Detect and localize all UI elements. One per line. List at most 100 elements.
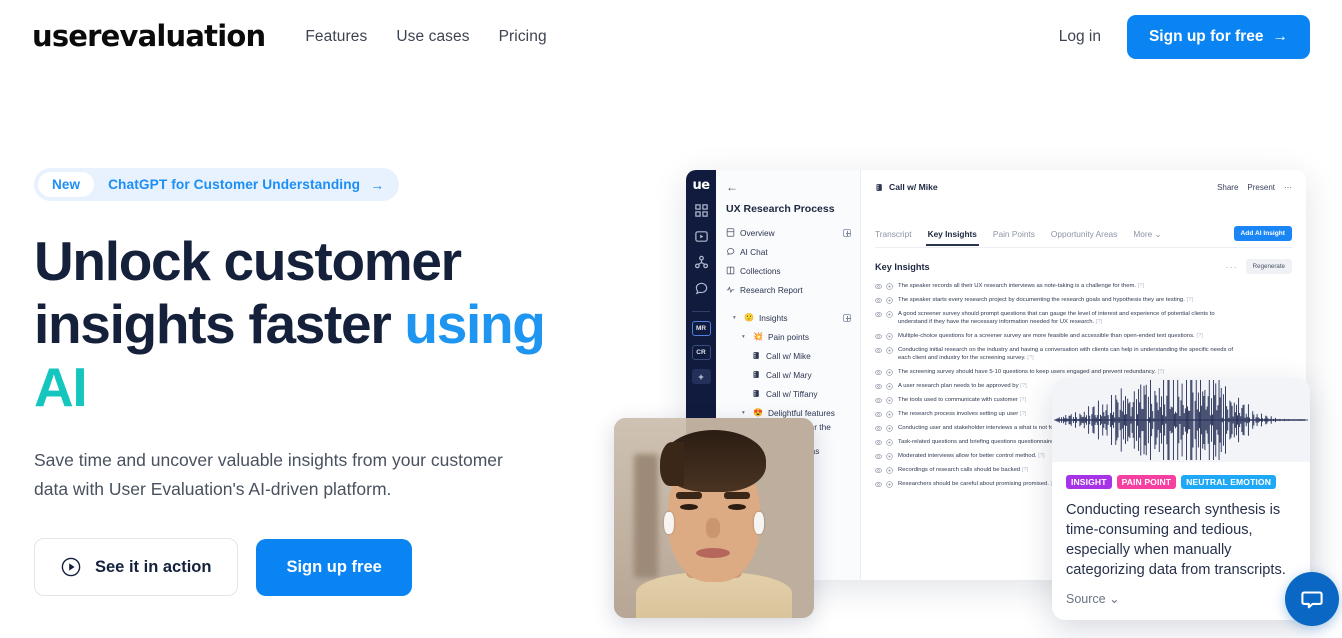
target-icon[interactable] <box>886 453 893 460</box>
video-participant-tile[interactable] <box>614 418 814 618</box>
eye-icon[interactable] <box>875 411 882 418</box>
insight-row[interactable]: The screening survey should have 5-10 qu… <box>875 368 1292 377</box>
target-icon[interactable] <box>886 333 893 340</box>
tab-more[interactable]: More ⌄ <box>1133 229 1161 239</box>
tree-item-pain-points[interactable]: ▾ 💥 Pain points <box>726 328 851 345</box>
eye-icon[interactable] <box>875 347 882 354</box>
add-ai-insight-button[interactable]: Add AI Insight <box>1233 226 1292 241</box>
eye-icon[interactable] <box>875 283 882 290</box>
comment-icon[interactable] <box>694 281 709 296</box>
citation-marker[interactable]: [?] <box>1019 397 1026 403</box>
rail-chip-mr[interactable]: MR <box>691 321 711 336</box>
sidebar-item-ai-chat[interactable]: AI Chat <box>726 243 851 260</box>
target-icon[interactable] <box>886 369 893 377</box>
audio-waveform[interactable] <box>1052 378 1310 462</box>
insight-text: The research process involves setting up… <box>898 411 1027 418</box>
eye-icon[interactable] <box>875 467 882 474</box>
add-icon[interactable] <box>843 228 851 237</box>
source-toggle[interactable]: Source ⌄ <box>1066 591 1296 606</box>
eye-icon[interactable] <box>875 439 882 446</box>
tab-pain-points[interactable]: Pain Points <box>993 229 1035 239</box>
section-title: Key Insights <box>875 261 930 272</box>
tree-item-call-tiffany[interactable]: Call w/ Tiffany <box>726 385 851 402</box>
tree-label: Call w/ Mike <box>766 350 811 361</box>
nav-link-features[interactable]: Features <box>305 28 367 46</box>
target-icon[interactable] <box>886 283 893 290</box>
present-button[interactable]: Present <box>1247 183 1275 192</box>
nav-link-pricing[interactable]: Pricing <box>499 28 547 46</box>
sidebar-item-research-report[interactable]: Research Report <box>726 281 851 298</box>
citation-marker[interactable]: [?] <box>1158 369 1165 375</box>
insight-row[interactable]: Conducting initial research on the indus… <box>875 346 1292 363</box>
chat-widget-button[interactable] <box>1285 572 1339 626</box>
insight-text: The speaker records all their UX researc… <box>898 283 1145 289</box>
insight-row[interactable]: A good screener survey should prompt que… <box>875 310 1292 327</box>
insight-row[interactable]: Multiple-choice questions for a screener… <box>875 332 1292 340</box>
citation-marker[interactable]: [?] <box>1022 467 1029 473</box>
insight-row[interactable]: The speaker records all their UX researc… <box>875 282 1292 290</box>
add-icon[interactable] <box>843 313 851 322</box>
target-icon[interactable] <box>886 297 893 304</box>
announcement-badge[interactable]: New ChatGPT for Customer Understanding → <box>34 168 400 201</box>
tab-transcript[interactable]: Transcript <box>875 229 912 239</box>
tree-item-call-mary[interactable]: Call w/ Mary <box>726 366 851 383</box>
target-icon[interactable] <box>886 411 893 418</box>
citation-marker[interactable]: [?] <box>1020 383 1027 389</box>
target-icon[interactable] <box>886 425 893 432</box>
eye-icon[interactable] <box>875 297 882 304</box>
people-network-icon[interactable] <box>694 255 709 270</box>
caret-down-icon[interactable]: ▾ <box>733 315 739 321</box>
more-options-icon[interactable]: ··· <box>1284 183 1292 192</box>
target-icon[interactable] <box>886 347 893 354</box>
sign-up-free-button[interactable]: Sign up free <box>256 538 412 596</box>
tag-insight[interactable]: INSIGHT <box>1066 475 1112 489</box>
target-icon[interactable] <box>886 311 893 318</box>
target-icon[interactable] <box>886 466 893 474</box>
tab-key-insights[interactable]: Key Insights <box>925 229 980 246</box>
sidebar-item-overview[interactable]: Overview <box>726 224 851 241</box>
citation-marker[interactable]: [?] <box>1186 297 1193 303</box>
insight-text: The tools used to communicate with custo… <box>898 397 1027 404</box>
tag-neutral-emotion[interactable]: NEUTRAL EMOTION <box>1181 475 1276 489</box>
grid-icon[interactable] <box>694 203 709 218</box>
citation-marker[interactable]: [?] <box>1096 319 1103 325</box>
caret-down-icon[interactable]: ▾ <box>742 410 748 416</box>
eye-icon[interactable] <box>875 397 882 404</box>
tree-item-insights[interactable]: ▾ 🙂 Insights <box>726 309 851 326</box>
more-options-icon[interactable]: ··· <box>1226 262 1238 272</box>
sidebar-item-collections[interactable]: Collections <box>726 262 851 279</box>
rail-add-button[interactable]: + <box>691 369 711 384</box>
tab-opportunity-areas[interactable]: Opportunity Areas <box>1051 229 1117 239</box>
citation-marker[interactable]: [?] <box>1138 283 1145 289</box>
eye-icon[interactable] <box>875 333 882 340</box>
see-it-in-action-button[interactable]: See it in action <box>34 538 239 596</box>
rail-chip-cr[interactable]: CR <box>691 345 711 360</box>
target-icon[interactable] <box>886 383 893 391</box>
regenerate-button[interactable]: Regenerate <box>1245 259 1292 274</box>
citation-marker[interactable]: [?] <box>1020 411 1027 417</box>
caret-down-icon[interactable]: ▾ <box>742 334 748 340</box>
citation-marker[interactable]: [?] <box>1027 355 1034 361</box>
brand-logo[interactable]: userevaluation <box>32 22 266 51</box>
citation-marker[interactable]: [?] <box>1038 453 1045 459</box>
share-button[interactable]: Share <box>1217 183 1238 192</box>
eye-icon[interactable] <box>875 425 882 432</box>
eye-icon[interactable] <box>875 311 882 318</box>
tag-pain-point[interactable]: PAIN POINT <box>1116 475 1177 489</box>
insight-row[interactable]: The speaker starts every research projec… <box>875 296 1292 304</box>
person-eyebrow-left <box>676 492 702 499</box>
media-play-icon[interactable] <box>694 229 709 244</box>
tree-item-call-mike[interactable]: Call w/ Mike <box>726 347 851 364</box>
citation-marker[interactable]: [?] <box>1196 333 1203 339</box>
login-link[interactable]: Log in <box>1059 28 1101 46</box>
target-icon[interactable] <box>886 397 893 404</box>
signup-for-free-button[interactable]: Sign up for free → <box>1126 14 1310 59</box>
eye-icon[interactable] <box>875 383 882 390</box>
target-icon[interactable] <box>886 480 893 488</box>
nav-link-use-cases[interactable]: Use cases <box>396 28 469 46</box>
eye-icon[interactable] <box>875 481 882 488</box>
back-arrow-icon[interactable]: ← <box>726 180 851 194</box>
target-icon[interactable] <box>886 439 893 446</box>
eye-icon[interactable] <box>875 453 882 460</box>
eye-icon[interactable] <box>875 369 882 376</box>
